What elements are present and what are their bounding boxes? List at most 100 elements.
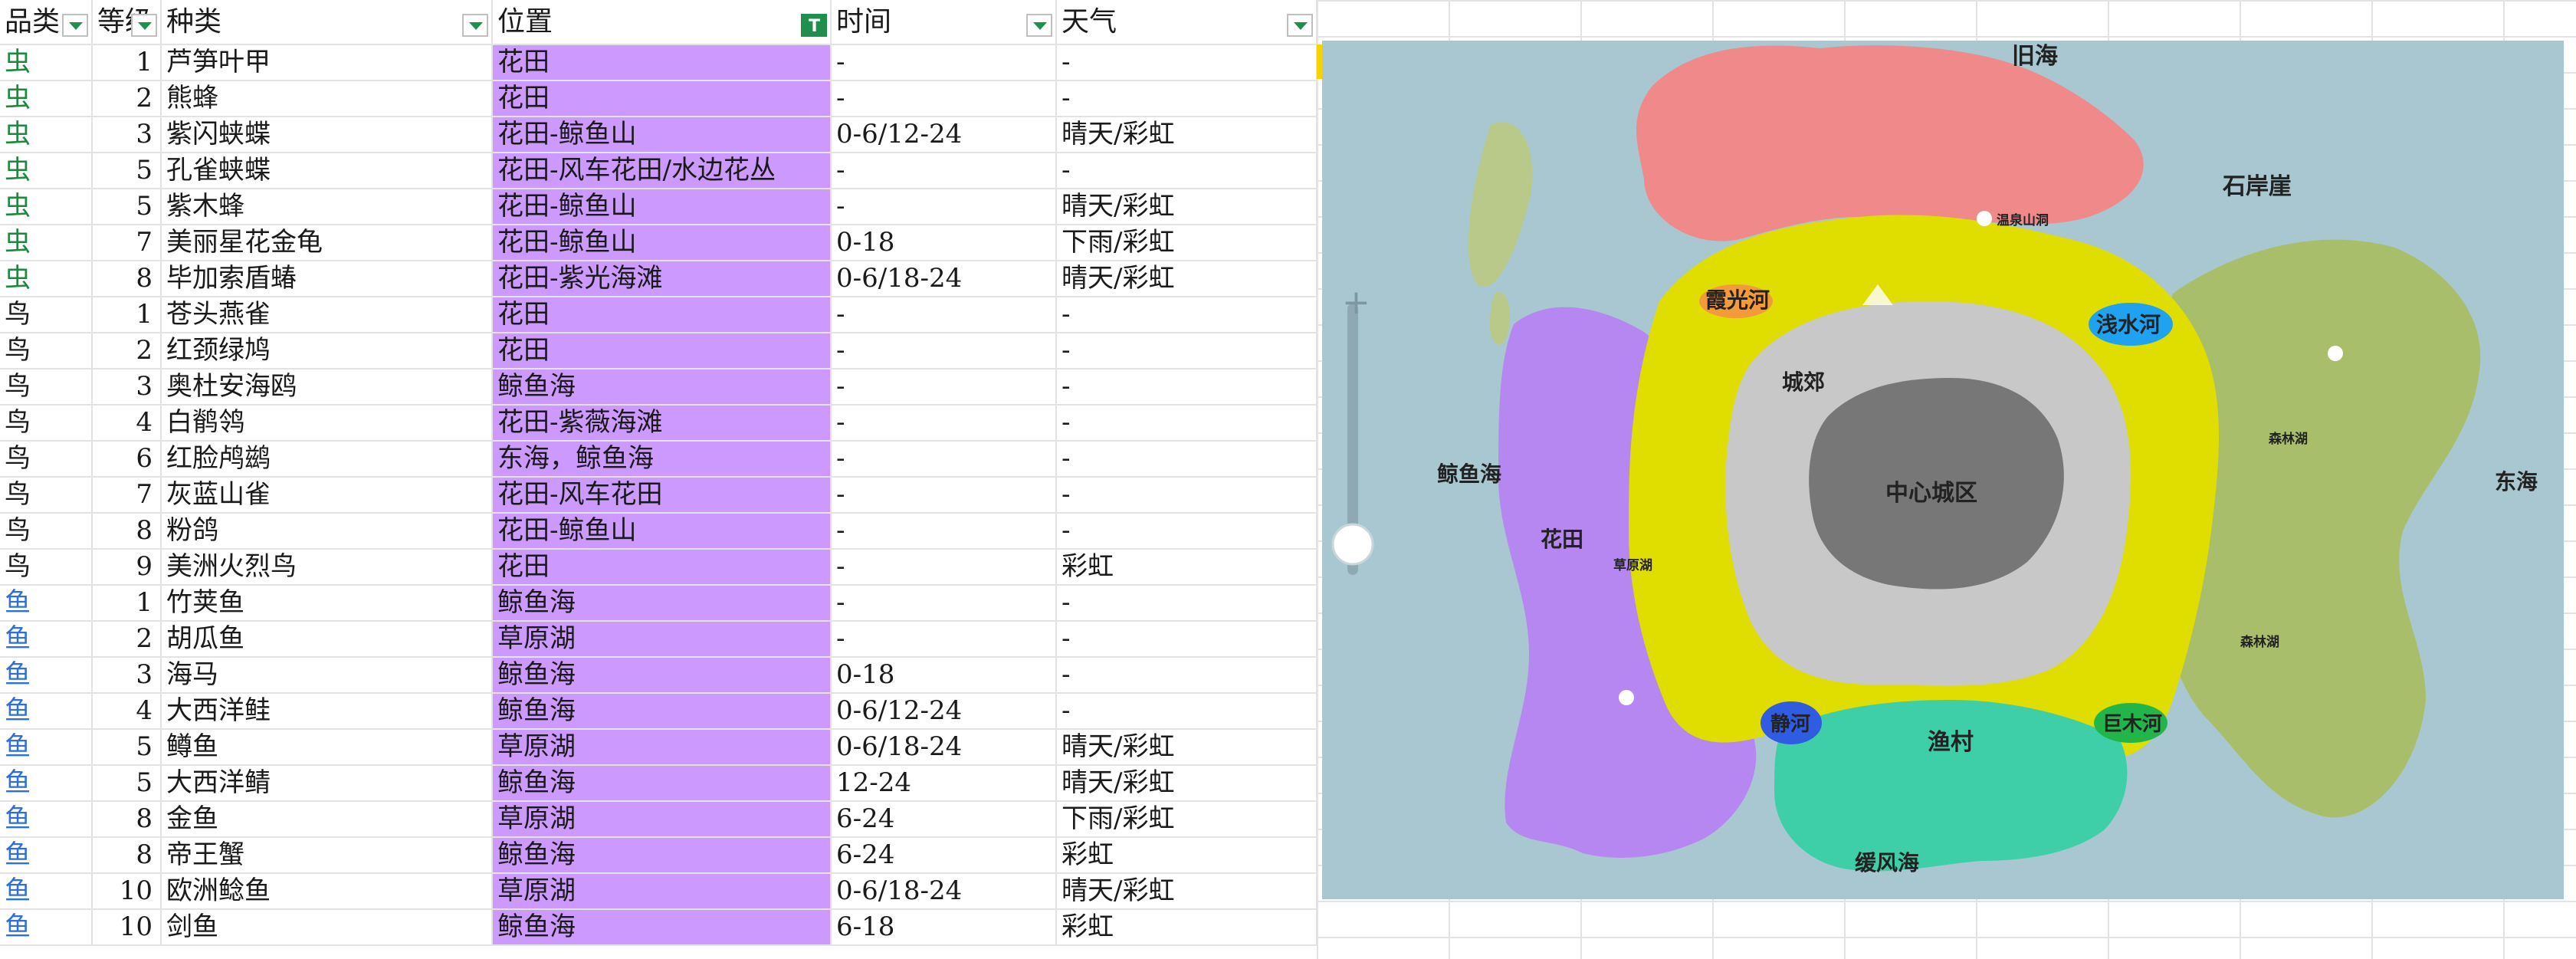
cell-time[interactable]: 0-6/18-24 <box>831 261 1057 297</box>
cell-category[interactable]: 鸟 <box>0 441 93 478</box>
cell-species[interactable]: 红颈绿鸠 <box>161 333 493 369</box>
cell-time[interactable]: - <box>831 585 1057 622</box>
cell-category[interactable]: 鸟 <box>0 549 93 586</box>
cell-time[interactable]: - <box>831 441 1057 478</box>
cell-weather[interactable]: - <box>1056 693 1318 730</box>
cell-weather[interactable]: - <box>1056 513 1318 550</box>
cell-level[interactable]: 10 <box>92 873 162 910</box>
cell-species[interactable]: 紫闪蛱蝶 <box>161 117 493 153</box>
cell-species[interactable]: 苍头燕雀 <box>161 297 493 333</box>
cell-category[interactable]: 虫 <box>0 80 93 117</box>
cell-category[interactable]: 鱼 <box>0 765 93 802</box>
cell-level[interactable]: 4 <box>92 693 162 730</box>
cell-weather[interactable]: 下雨/彩虹 <box>1056 801 1318 838</box>
cell-category[interactable]: 虫 <box>0 261 93 297</box>
cell-category[interactable]: 鸟 <box>0 297 93 333</box>
filter-dropdown-icon[interactable] <box>1026 14 1052 37</box>
column-header-time[interactable]: 时间 <box>831 0 1057 45</box>
cell-weather[interactable]: 晴天/彩虹 <box>1056 873 1318 910</box>
cell-time[interactable]: 0-18 <box>831 657 1057 694</box>
cell-time[interactable]: - <box>831 549 1057 586</box>
cell-level[interactable]: 7 <box>92 477 162 514</box>
cell-time[interactable]: - <box>831 189 1057 225</box>
cell-category[interactable]: 鸟 <box>0 477 93 514</box>
cell-location[interactable]: 花田-鲸鱼山 <box>492 189 832 225</box>
cell-location[interactable]: 鲸鱼海 <box>492 693 832 730</box>
cell-location[interactable]: 东海，鲸鱼海 <box>492 441 832 478</box>
cell-species[interactable]: 海马 <box>161 657 493 694</box>
cell-time[interactable]: - <box>831 44 1057 81</box>
cell-location[interactable]: 花田-鲸鱼山 <box>492 225 832 261</box>
cell-time[interactable]: 0-6/12-24 <box>831 693 1057 730</box>
cell-location[interactable]: 草原湖 <box>492 729 832 766</box>
cell-category[interactable]: 虫 <box>0 153 93 189</box>
cell-category[interactable]: 虫 <box>0 189 93 225</box>
cell-time[interactable]: - <box>831 405 1057 442</box>
cell-category[interactable]: 鱼 <box>0 909 93 946</box>
cell-species[interactable]: 欧洲鲶鱼 <box>161 873 493 910</box>
cell-species[interactable]: 粉鸽 <box>161 513 493 550</box>
cell-location[interactable]: 花田-鲸鱼山 <box>492 513 832 550</box>
island-map-image[interactable]: + 旧海 石岸崖 温泉山洞 霞光河 浅水河 城郊 鲸鱼海 中心城区 森林湖 东海… <box>1322 41 2564 899</box>
cell-category[interactable]: 鸟 <box>0 333 93 369</box>
cell-category[interactable]: 鸟 <box>0 405 93 442</box>
cell-location[interactable]: 鲸鱼海 <box>492 837 832 874</box>
cell-level[interactable]: 3 <box>92 369 162 406</box>
cell-location[interactable]: 草原湖 <box>492 801 832 838</box>
cell-category[interactable]: 鱼 <box>0 585 93 622</box>
column-header-level[interactable]: 等级 <box>92 0 162 45</box>
cell-species[interactable]: 竹荚鱼 <box>161 585 493 622</box>
cell-location[interactable]: 花田 <box>492 549 832 586</box>
cell-species[interactable]: 奥杜安海鸥 <box>161 369 493 406</box>
cell-category[interactable]: 虫 <box>0 44 93 81</box>
cell-level[interactable]: 5 <box>92 729 162 766</box>
cell-level[interactable]: 3 <box>92 657 162 694</box>
cell-species[interactable]: 孔雀蛱蝶 <box>161 153 493 189</box>
cell-level[interactable]: 3 <box>92 117 162 153</box>
cell-time[interactable]: - <box>831 297 1057 333</box>
filter-dropdown-icon[interactable] <box>62 14 88 37</box>
cell-level[interactable]: 8 <box>92 261 162 297</box>
cell-weather[interactable]: - <box>1056 477 1318 514</box>
cell-level[interactable]: 4 <box>92 405 162 442</box>
cell-location[interactable]: 花田-紫光海滩 <box>492 261 832 297</box>
cell-weather[interactable]: - <box>1056 44 1318 81</box>
column-header-category[interactable]: 品类 <box>0 0 93 45</box>
cell-species[interactable]: 毕加索盾蝽 <box>161 261 493 297</box>
cell-species[interactable]: 帝王蟹 <box>161 837 493 874</box>
cell-location[interactable]: 花田-紫薇海滩 <box>492 405 832 442</box>
cell-weather[interactable]: - <box>1056 297 1318 333</box>
cell-species[interactable]: 剑鱼 <box>161 909 493 946</box>
cell-weather[interactable]: - <box>1056 405 1318 442</box>
cell-category[interactable]: 鱼 <box>0 801 93 838</box>
cell-level[interactable]: 2 <box>92 621 162 658</box>
cell-weather[interactable]: 彩虹 <box>1056 549 1318 586</box>
cell-species[interactable]: 紫木蜂 <box>161 189 493 225</box>
cell-time[interactable]: - <box>831 333 1057 369</box>
cell-location[interactable]: 草原湖 <box>492 873 832 910</box>
cell-category[interactable]: 虫 <box>0 117 93 153</box>
cell-level[interactable]: 2 <box>92 333 162 369</box>
cell-time[interactable]: 0-18 <box>831 225 1057 261</box>
cell-time[interactable]: 6-18 <box>831 909 1057 946</box>
cell-category[interactable]: 鱼 <box>0 621 93 658</box>
cell-level[interactable]: 5 <box>92 765 162 802</box>
cell-species[interactable]: 灰蓝山雀 <box>161 477 493 514</box>
cell-location[interactable]: 花田-风车花田 <box>492 477 832 514</box>
cell-species[interactable]: 美丽星花金龟 <box>161 225 493 261</box>
cell-level[interactable]: 8 <box>92 801 162 838</box>
cell-species[interactable]: 大西洋鲭 <box>161 765 493 802</box>
cell-weather[interactable]: 彩虹 <box>1056 837 1318 874</box>
cell-time[interactable]: - <box>831 80 1057 117</box>
cell-time[interactable]: - <box>831 153 1057 189</box>
cell-location[interactable]: 鲸鱼海 <box>492 909 832 946</box>
cell-level[interactable]: 2 <box>92 80 162 117</box>
cell-category[interactable]: 鸟 <box>0 369 93 406</box>
cell-species[interactable]: 芦笋叶甲 <box>161 44 493 81</box>
cell-weather[interactable]: 彩虹 <box>1056 909 1318 946</box>
filter-dropdown-icon[interactable] <box>1287 14 1313 37</box>
cell-weather[interactable]: - <box>1056 369 1318 406</box>
cell-location[interactable]: 鲸鱼海 <box>492 657 832 694</box>
cell-species[interactable]: 红脸鸬鹚 <box>161 441 493 478</box>
cell-time[interactable]: - <box>831 477 1057 514</box>
